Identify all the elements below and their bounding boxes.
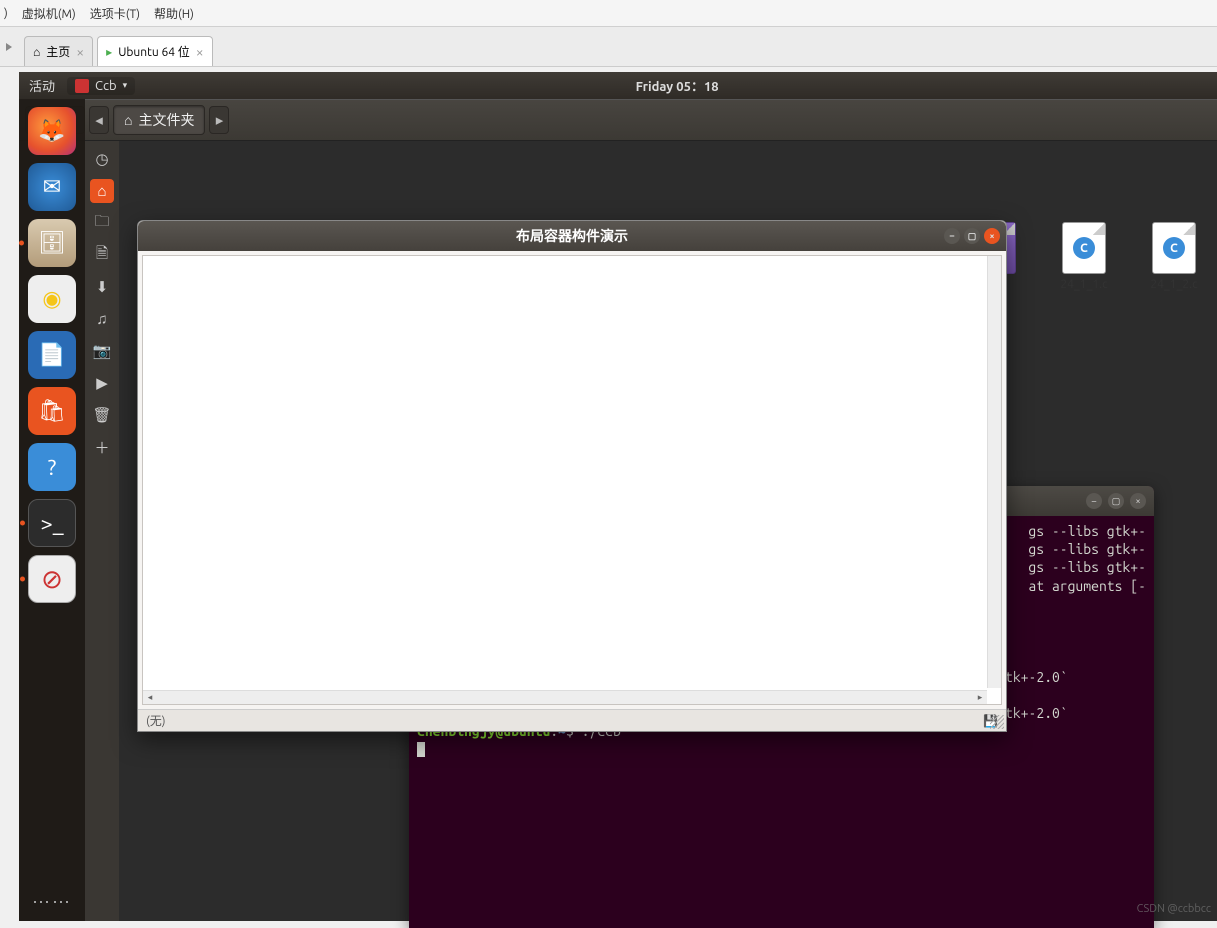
- clock[interactable]: Friday 05：18: [636, 76, 719, 95]
- scroll-right-icon[interactable]: ▸: [973, 692, 987, 703]
- nautilus-toolbar: ‹ › ◂ ⌂ 主文件夹 ▸: [19, 99, 1217, 141]
- menu-view[interactable]: ): [4, 7, 8, 20]
- breadcrumb-label: 主文件夹: [138, 110, 194, 130]
- recent-icon[interactable]: ◷: [90, 147, 114, 171]
- maximize-icon[interactable]: ▢: [1108, 493, 1124, 509]
- gtk-statusbar: (无) 💾: [138, 709, 1006, 731]
- launcher-writer[interactable]: 📄: [28, 331, 76, 379]
- tab-label: Ubuntu 64 位: [118, 43, 190, 60]
- gtk-content-area[interactable]: ◂ ▸: [142, 255, 1002, 705]
- launcher-ccb[interactable]: ⊘: [28, 555, 76, 603]
- minimize-icon[interactable]: –: [944, 228, 960, 244]
- vmware-menubar: ) 虚拟机(M) 选项卡(T) 帮助(H) ❚❚▾ ⎙ ◷ ↶ ◷ ▭ ▭ ◻ …: [0, 0, 1217, 27]
- vm-icon: ▸: [106, 45, 112, 59]
- home-icon: ⌂: [33, 45, 40, 59]
- home-icon[interactable]: ⌂: [90, 179, 114, 203]
- app-menu[interactable]: Ccb ▾: [67, 77, 135, 95]
- desktop-file-c[interactable]: C 24_1_1.c: [1049, 222, 1119, 291]
- horizontal-scrollbar[interactable]: ◂ ▸: [143, 690, 987, 704]
- pictures-icon[interactable]: 📷: [90, 339, 114, 363]
- file-label: 24_1_1.c: [1049, 278, 1119, 291]
- app-badge-icon: [75, 79, 89, 93]
- launcher-software[interactable]: 🛍: [28, 387, 76, 435]
- nautilus-sidebar: ◷ ⌂ 🗀 🗎 ⬇ ♫ 📷 ▶ 🗑 ＋: [85, 141, 119, 921]
- tab-ubuntu[interactable]: ▸ Ubuntu 64 位 ×: [97, 36, 212, 66]
- sidebar-toggle-icon[interactable]: [0, 27, 18, 66]
- launcher-help[interactable]: ?: [28, 443, 76, 491]
- home-icon: ⌂: [124, 112, 132, 128]
- path-prev-button[interactable]: ◂: [89, 106, 109, 134]
- close-icon[interactable]: ×: [984, 228, 1000, 244]
- window-title: 布局容器构件演示: [516, 226, 628, 246]
- close-icon[interactable]: ×: [196, 44, 204, 60]
- gtk-titlebar[interactable]: 布局容器构件演示 – ▢ ×: [138, 221, 1006, 251]
- maximize-icon[interactable]: ▢: [964, 228, 980, 244]
- file-label: 24_1_2.c: [1139, 278, 1209, 291]
- scroll-left-icon[interactable]: ◂: [143, 692, 157, 703]
- launcher-rhythmbox[interactable]: ◉: [28, 275, 76, 323]
- documents-icon[interactable]: 🗎: [90, 243, 114, 267]
- close-icon[interactable]: ×: [1130, 493, 1146, 509]
- launcher-firefox[interactable]: 🦊: [28, 107, 76, 155]
- add-icon[interactable]: ＋: [90, 435, 114, 459]
- launcher-terminal[interactable]: >_: [28, 499, 76, 547]
- downloads-icon[interactable]: ⬇: [90, 275, 114, 299]
- music-icon[interactable]: ♫: [90, 307, 114, 331]
- desktop-file-c[interactable]: C 24_1_2.c: [1139, 222, 1209, 291]
- tab-home[interactable]: ⌂ 主页 ×: [24, 36, 93, 66]
- path-next-button[interactable]: ▸: [209, 106, 229, 134]
- resize-grip-icon[interactable]: [990, 715, 1004, 729]
- menu-vm[interactable]: 虚拟机(M): [22, 5, 76, 22]
- ubuntu-topbar: 活动 Ccb ▾ Friday 05：18: [19, 72, 1217, 99]
- folder-icon[interactable]: 🗀: [90, 211, 114, 235]
- app-menu-label: Ccb: [95, 79, 117, 93]
- activities-button[interactable]: 活动: [29, 76, 55, 95]
- trash-icon[interactable]: 🗑: [90, 403, 114, 427]
- menu-help[interactable]: 帮助(H): [154, 5, 194, 22]
- chevron-down-icon: ▾: [123, 80, 128, 91]
- watermark: CSDN @ccbbcc: [1137, 903, 1211, 915]
- breadcrumb-home[interactable]: ⌂ 主文件夹: [113, 105, 205, 135]
- close-icon[interactable]: ×: [76, 44, 84, 60]
- menu-tabs[interactable]: 选项卡(T): [90, 5, 140, 22]
- status-text: (无): [146, 712, 166, 729]
- gtk-demo-window[interactable]: 布局容器构件演示 – ▢ × ◂ ▸ (无) 💾: [137, 220, 1007, 732]
- ubuntu-launcher: 🦊 ✉ 🗄 ◉ 📄 🛍 ? >_ ⊘ ⋯⋯: [19, 99, 85, 921]
- videos-icon[interactable]: ▶: [90, 371, 114, 395]
- launcher-files[interactable]: 🗄: [28, 219, 76, 267]
- show-apps-icon[interactable]: ⋯⋯: [32, 892, 72, 913]
- guest-display: 活动 Ccb ▾ Friday 05：18 ‹ › ◂ ⌂ 主文件夹 ▸ 🦊 ✉…: [19, 72, 1217, 921]
- tab-label: 主页: [46, 43, 70, 60]
- minimize-icon[interactable]: –: [1086, 493, 1102, 509]
- vertical-scrollbar[interactable]: [987, 256, 1001, 688]
- vmware-tabbar: ⌂ 主页 × ▸ Ubuntu 64 位 ×: [0, 27, 1217, 67]
- launcher-thunderbird[interactable]: ✉: [28, 163, 76, 211]
